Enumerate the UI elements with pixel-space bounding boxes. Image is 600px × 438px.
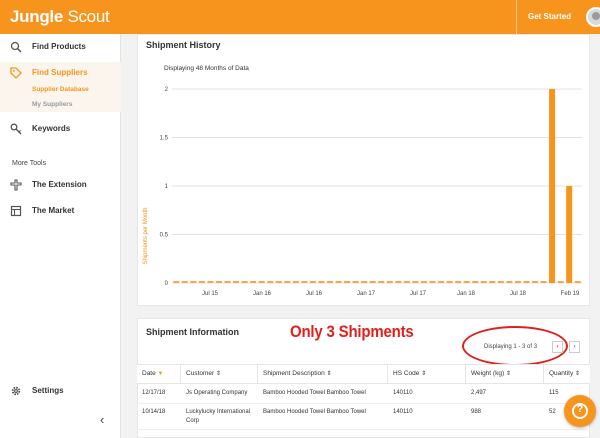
cell-description: Bamboo Hooded Towel Bamboo Towel [263,409,366,415]
x-tick-label: Jan 16 [253,291,272,297]
cell-weight: 2,497 [471,390,487,396]
x-tick-label: Jul 15 [202,291,219,297]
sort-icon: ⇕ [575,371,581,377]
column-divider [465,365,466,384]
get-started-link[interactable]: Get Started [528,12,571,21]
avatar[interactable] [586,7,600,27]
sidebar-item-settings[interactable]: Settings [0,380,121,404]
sidebar-subitem-my-suppliers[interactable]: My Suppliers [32,101,72,108]
jungle-scout-logo[interactable]: Jungle Scout [10,7,110,27]
shipment-information-title: Shipment Information [146,327,239,337]
x-tick-label: Jan 17 [357,291,376,297]
cell-date: 10/14/18 [142,409,166,415]
sort-desc-icon: ▼ [157,371,164,377]
x-tick-label: Jul 18 [510,291,527,297]
cell-hs-code: 140110 [393,390,413,396]
sort-icon: ⇕ [421,371,427,377]
sidebar: Find Products Find Suppliers Supplier Da… [0,34,121,438]
sidebar-item-find-suppliers[interactable]: Find Suppliers [0,62,121,86]
column-header-quantity[interactable]: Quantity ⇕ [549,370,580,377]
y-tick-label: 2 [165,87,169,93]
y-tick-label: 1.5 [160,136,169,142]
cell-description: Bamboo Hooded Towel Bamboo Towel [263,390,366,396]
more-tools-heading: More Tools [12,160,47,167]
y-tick-label: 1 [165,184,169,190]
y-tick-label: 0 [165,281,169,287]
pagination-status: Displaying 1 - 3 of 3 [484,344,538,350]
x-tick-label: Jan 18 [457,291,476,297]
header-divider [516,0,517,34]
next-page-button[interactable]: › [569,341,580,353]
sidebar-item-find-products[interactable]: Find Products [0,36,121,60]
column-header-weight[interactable]: Weight (kg) ⇕ [471,370,511,377]
cell-customer: Luckylucky International Corp [186,409,251,424]
annotation-text: Only 3 Shipments [290,322,414,341]
cell-date: 12/17/18 [142,390,166,396]
sort-icon: ⇕ [326,371,332,377]
y-tick-label: 0.5 [160,233,169,239]
cell-customer: Js Operating Company [186,390,248,396]
puzzle-icon [10,179,22,191]
sidebar-item-keywords[interactable]: Keywords [0,118,121,142]
cell-quantity: 52 [549,409,556,415]
bar [566,186,573,283]
gear-icon [11,386,21,396]
sort-icon: ⇕ [505,371,511,377]
cell-hs-code: 140110 [393,409,413,415]
help-button[interactable]: ? [564,395,596,427]
column-divider [257,365,258,384]
question-icon: ? [577,404,584,415]
top-bar: Jungle Scout Get Started [0,0,600,34]
cell-weight: 988 [471,409,482,415]
collapse-sidebar-button[interactable]: ‹ [100,412,104,427]
tag-icon [10,67,22,79]
x-tick-label: Jul 16 [306,291,323,297]
sidebar-item-the-extension[interactable]: The Extension [0,174,121,198]
column-header-hs-code[interactable]: HS Code ⇕ [393,370,426,377]
shipment-history-title: Shipment History [146,40,221,50]
column-divider [387,365,388,384]
column-header-description[interactable]: Shipment Description ⇕ [263,370,332,377]
key-icon [10,123,22,135]
cell-quantity: 115 [549,390,559,396]
bar [549,89,556,283]
search-icon [10,41,22,53]
x-tick-label: Feb 19 [561,291,580,297]
column-header-customer[interactable]: Customer ⇕ [186,370,221,377]
column-divider [543,365,544,384]
prev-page-button[interactable]: ‹ [552,341,563,353]
column-divider [180,365,181,384]
sidebar-subitem-supplier-database[interactable]: Supplier Database [32,86,89,93]
column-header-date[interactable]: Date ▼ [142,370,164,377]
sort-icon: ⇕ [216,371,222,377]
store-icon [10,205,22,217]
x-tick-label: Jul 17 [410,291,427,297]
sidebar-item-the-market[interactable]: The Market [0,200,121,224]
chart-subtitle: Displaying 48 Months of Data [164,65,249,72]
shipment-history-chart: 0 0.5 1 1.5 2 Jul 15 Jan 16 Jul 16 Jan 17 Jul 17 J… [160,87,582,297]
